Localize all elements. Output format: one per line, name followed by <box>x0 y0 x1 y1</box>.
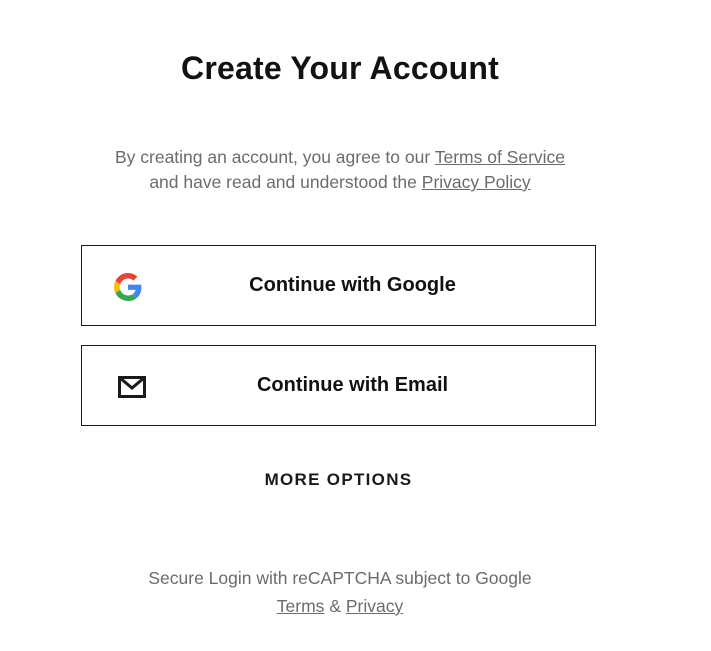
recaptcha-privacy-link[interactable]: Privacy <box>346 596 403 616</box>
legal-prefix-text: By creating an account, you agree to our <box>114 147 435 167</box>
continue-with-google-label: Continue with Google <box>249 274 456 296</box>
more-options-button[interactable]: MORE OPTIONS <box>81 470 596 490</box>
continue-with-email-label: Continue with Email <box>256 374 449 396</box>
recaptcha-separator: & <box>324 596 346 616</box>
recaptcha-notice: Secure Login with reCAPTCHA subject to G… <box>0 564 680 620</box>
page-title: Create Your Account <box>181 50 499 86</box>
recaptcha-terms-link[interactable]: Terms <box>277 596 325 616</box>
continue-with-google-button[interactable]: Continue with Google <box>81 245 596 326</box>
legal-notice: By creating an account, you agree to our… <box>0 145 680 195</box>
legal-middle-text: and have read and understood the <box>149 172 422 192</box>
terms-of-service-link[interactable]: Terms of Service <box>435 147 565 167</box>
recaptcha-text: Secure Login with reCAPTCHA subject to G… <box>148 568 532 588</box>
continue-with-email-button[interactable]: Continue with Email <box>81 345 596 426</box>
privacy-policy-link[interactable]: Privacy Policy <box>422 172 531 192</box>
